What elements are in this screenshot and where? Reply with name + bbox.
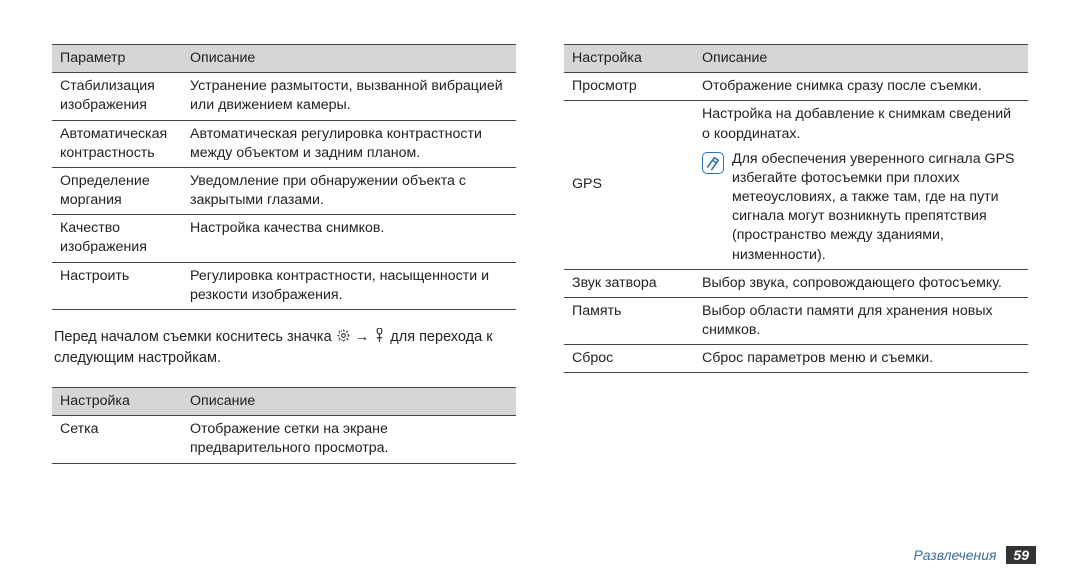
header-setting: Настройка	[52, 388, 182, 416]
table-row: Сброс Сброс параметров меню и съемки.	[564, 345, 1028, 373]
header-desc: Описание	[182, 45, 516, 73]
settings-tool-icon	[373, 328, 386, 350]
table-row: Определение моргания Уведомление при обн…	[52, 167, 516, 214]
cell-param: Автоматическая контрастность	[52, 120, 182, 167]
cell-desc: Настройка качества снимков.	[182, 215, 516, 262]
cell-setting: Память	[564, 297, 694, 344]
cell-desc-gps: Настройка на добавление к снимкам сведен…	[694, 101, 1028, 269]
cell-desc: Отображение сетки на экране предваритель…	[182, 416, 516, 463]
instruction-pre: Перед началом съемки коснитесь значка	[54, 329, 336, 345]
cell-desc: Регулировка контрастности, насыщенности …	[182, 262, 516, 309]
cell-setting: Сетка	[52, 416, 182, 463]
table-row: Сетка Отображение сетки на экране предва…	[52, 416, 516, 463]
table-row: Качество изображения Настройка качества …	[52, 215, 516, 262]
header-setting: Настройка	[564, 45, 694, 73]
table-row: Настроить Регулировка контрастности, нас…	[52, 262, 516, 309]
cell-param: Определение моргания	[52, 167, 182, 214]
cell-desc: Автоматическая регулировка контрастности…	[182, 120, 516, 167]
table-row: Память Выбор области памяти для хранения…	[564, 297, 1028, 344]
left-column: Параметр Описание Стабилизация изображен…	[52, 44, 516, 530]
parameters-table: Параметр Описание Стабилизация изображен…	[52, 44, 516, 310]
table-header-row: Настройка Описание	[564, 45, 1028, 73]
cell-param: Качество изображения	[52, 215, 182, 262]
right-column: Настройка Описание Просмотр Отображение …	[564, 44, 1028, 530]
gps-note-text: Для обеспечения уверенного сигнала GPS и…	[732, 150, 1020, 265]
settings-table-2: Настройка Описание Просмотр Отображение …	[564, 44, 1028, 373]
cell-desc: Выбор звука, сопровождающего фотосъемку.	[694, 269, 1028, 297]
settings-table-1: Настройка Описание Сетка Отображение сет…	[52, 387, 516, 464]
cell-desc: Устранение размытости, вызванной вибраци…	[182, 73, 516, 120]
header-desc: Описание	[182, 388, 516, 416]
page-content: Параметр Описание Стабилизация изображен…	[0, 0, 1080, 538]
settings-gear-icon	[336, 328, 351, 350]
table-header-row: Параметр Описание	[52, 45, 516, 73]
cell-desc: Уведомление при обнаружении объекта с за…	[182, 167, 516, 214]
cell-setting: GPS	[564, 101, 694, 269]
gps-note: Для обеспечения уверенного сигнала GPS и…	[702, 150, 1020, 265]
table-row: Звук затвора Выбор звука, сопровождающег…	[564, 269, 1028, 297]
table-header-row: Настройка Описание	[52, 388, 516, 416]
arrow-text: →	[355, 329, 374, 345]
cell-desc: Выбор области памяти для хранения новых …	[694, 297, 1028, 344]
footer-page-number: 59	[1006, 546, 1036, 564]
instruction-paragraph: Перед началом съемки коснитесь значка → …	[54, 328, 514, 369]
footer-section: Развлечения	[913, 547, 996, 563]
gps-main-text: Настройка на добавление к снимкам сведен…	[702, 105, 1020, 143]
page-footer: Развлечения 59	[0, 538, 1080, 586]
cell-setting: Звук затвора	[564, 269, 694, 297]
header-desc: Описание	[694, 45, 1028, 73]
cell-param: Стабилизация изображения	[52, 73, 182, 120]
table-row-gps: GPS Настройка на добавление к снимкам св…	[564, 101, 1028, 269]
note-info-icon	[702, 152, 724, 174]
cell-param: Настроить	[52, 262, 182, 309]
header-param: Параметр	[52, 45, 182, 73]
table-row: Автоматическая контрастность Автоматичес…	[52, 120, 516, 167]
cell-desc: Сброс параметров меню и съемки.	[694, 345, 1028, 373]
table-row: Просмотр Отображение снимка сразу после …	[564, 73, 1028, 101]
cell-setting: Сброс	[564, 345, 694, 373]
cell-desc: Отображение снимка сразу после съемки.	[694, 73, 1028, 101]
table-row: Стабилизация изображения Устранение разм…	[52, 73, 516, 120]
cell-setting: Просмотр	[564, 73, 694, 101]
